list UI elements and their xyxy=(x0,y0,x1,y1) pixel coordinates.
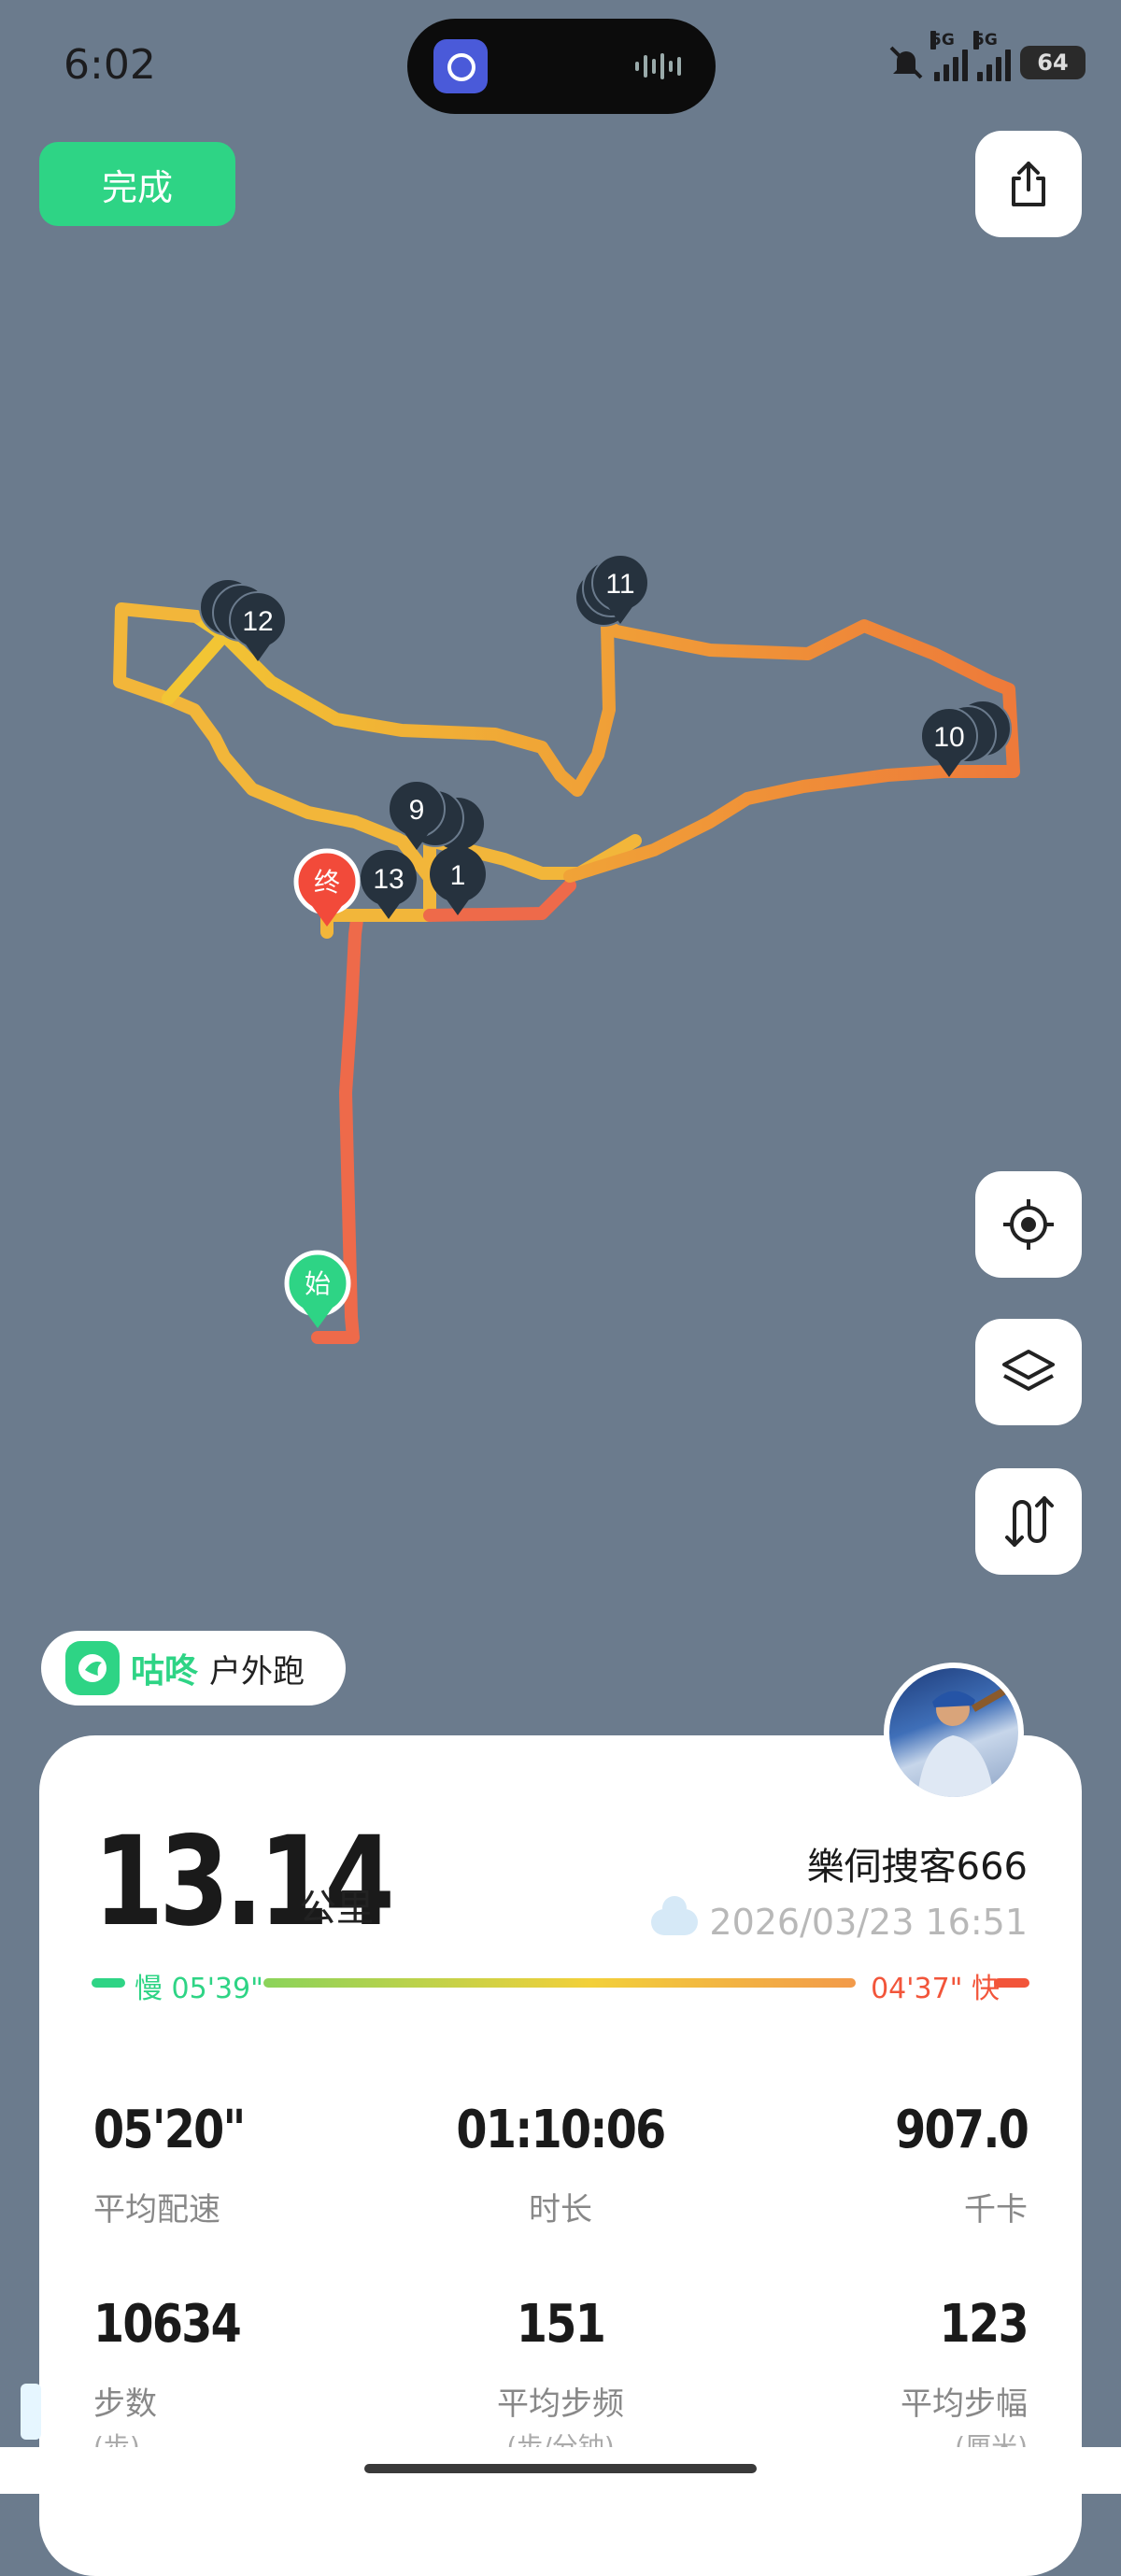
duration-label: 时长 xyxy=(529,2191,592,2229)
layers-button[interactable] xyxy=(975,1319,1082,1425)
datetime-text: 2026/03/23 16:51 xyxy=(709,1902,1028,1943)
done-button[interactable]: 完成 xyxy=(39,142,235,226)
mute-bell-icon xyxy=(889,46,923,79)
stride-label: 平均步幅 xyxy=(901,2385,1028,2423)
avatar[interactable] xyxy=(884,1663,1024,1803)
svg-text:1: 1 xyxy=(450,860,466,891)
app-icon xyxy=(433,39,488,93)
dynamic-island[interactable] xyxy=(407,19,716,114)
status-bar: 6:02 5G 5G 64 xyxy=(0,0,1121,131)
app-brand-tag: 咕咚 户外跑 xyxy=(41,1631,346,1706)
battery-icon: 64 xyxy=(1020,46,1086,79)
codoon-logo-icon xyxy=(65,1641,120,1695)
route-segment xyxy=(162,629,231,705)
calories-label: 千卡 xyxy=(964,2191,1028,2229)
svg-text:12: 12 xyxy=(242,606,273,637)
locate-button[interactable] xyxy=(975,1171,1082,1278)
signal-icon-1: 5G xyxy=(930,31,968,81)
route-toggle-button[interactable] xyxy=(975,1468,1082,1575)
route-map[interactable]: 1 13 9 10 11 12 终 始 xyxy=(0,0,1121,1756)
km-marker-13: 13 xyxy=(361,850,417,919)
pace-fast-label: 04'37" 快 xyxy=(871,1973,1000,2005)
svg-text:终: 终 xyxy=(314,867,340,898)
locate-icon xyxy=(1003,1199,1054,1250)
distance-unit: 公里 xyxy=(299,1887,374,1930)
user-name: 樂伺捜客666 xyxy=(806,1846,1028,1889)
signal-icon-2: 5G xyxy=(973,31,1011,81)
pace-slow-label: 慢 05'39" xyxy=(135,1973,263,2005)
layers-icon xyxy=(1002,1350,1055,1391)
svg-text:13: 13 xyxy=(373,864,404,895)
run-datetime: 2026/03/23 16:51 xyxy=(651,1896,1028,1943)
route-segment xyxy=(190,610,1020,883)
cloudy-weather-icon xyxy=(651,1896,699,1935)
calories-value: 907.0 xyxy=(894,2100,1029,2160)
activity-type: 户外跑 xyxy=(209,1652,305,1691)
share-button[interactable] xyxy=(975,131,1082,237)
svg-text:9: 9 xyxy=(409,795,425,826)
home-indicator[interactable] xyxy=(364,2464,757,2473)
svg-text:始: 始 xyxy=(305,1268,331,1299)
side-floating-tab[interactable] xyxy=(21,2384,41,2440)
duration-value: 01:10:06 xyxy=(456,2100,666,2160)
cadence-value: 151 xyxy=(516,2294,606,2355)
stride-value: 123 xyxy=(939,2294,1029,2355)
svg-text:11: 11 xyxy=(605,569,634,600)
route-toggle-icon xyxy=(1005,1496,1054,1547)
share-icon xyxy=(1012,162,1045,206)
km-marker-11-stack: 11 xyxy=(575,554,649,627)
status-time: 6:02 xyxy=(64,41,156,89)
svg-text:10: 10 xyxy=(933,722,964,753)
route-segment xyxy=(113,602,436,885)
start-pin: 始 xyxy=(284,1250,351,1328)
audio-wave-icon xyxy=(635,52,688,80)
status-indicators: 5G 5G 64 xyxy=(887,31,1086,88)
brand-name: 咕咚 xyxy=(131,1652,199,1691)
